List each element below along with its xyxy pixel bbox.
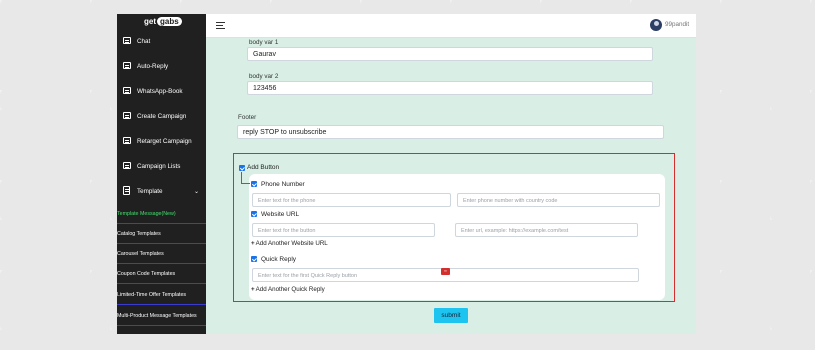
add-button-label: Add Button [247,164,280,171]
body-var-2-label: body var 2 [249,73,279,80]
sidebar-item-auto-reply[interactable]: Auto-Reply [117,59,206,75]
body-var-1-label: body var 1 [249,39,279,46]
phone-text-input[interactable]: Enter text for the phone [252,193,451,207]
sidebar-item-chat[interactable]: Chat [117,34,206,50]
chat-icon [123,37,131,44]
message-icon [123,112,131,119]
sidebar-item-whatsapp-book[interactable]: WhatsApp-Book [117,84,206,100]
phone-number-label: Phone Number [261,181,305,188]
sidebar-subitem-carousel-templates[interactable]: Carousel Templates [117,244,206,264]
sidebar-item-retarget-campaign[interactable]: Retarget Campaign [117,134,206,150]
sidebar-subitem-catalog-templates[interactable]: Catalog Templates [117,224,206,244]
sidebar-item-template[interactable]: Template ⌄ [117,184,206,200]
website-url-checkbox[interactable] [251,211,257,217]
quick-reply-label: Quick Reply [261,256,297,263]
avatar[interactable] [650,19,662,31]
quick-reply-checkbox[interactable] [251,256,257,262]
document-icon [123,186,130,195]
sidebar-item-create-campaign[interactable]: Create Campaign [117,109,206,125]
username: 99pandit [665,21,690,28]
body-var-2-input[interactable]: 123456 [247,81,653,95]
sidebar-subitem-limited-time-offer-templates[interactable]: Limited-Time Offer Templates [117,285,206,305]
chevron-down-icon: ⌄ [194,189,200,195]
top-header: 99pandit [206,14,696,38]
message-icon [123,62,131,69]
website-url-label: Website URL [261,211,300,218]
add-quick-reply-button[interactable]: +Add Another Quick Reply [251,286,325,293]
message-icon [123,87,131,94]
sidebar-subitem-template-message[interactable]: Template Message(New) [117,204,206,224]
message-icon [123,137,131,144]
body-var-1-input[interactable]: Gaurav [247,47,653,61]
plus-icon: + [251,240,255,247]
add-button-checkbox[interactable] [239,165,245,171]
menu-icon[interactable] [216,22,225,29]
footer-input[interactable]: reply STOP to unsubscribe [237,125,664,139]
website-url-input[interactable]: Enter url, example: https://example.com/… [455,223,638,237]
message-icon [123,162,131,169]
tree-connector [241,172,250,184]
logo: get gabs [144,17,182,26]
sidebar: get gabs Chat Auto-Reply WhatsApp-Book Cr… [117,14,206,334]
phone-number-input[interactable]: Enter phone number with country code [457,193,660,207]
phone-number-checkbox[interactable] [251,181,257,187]
sidebar-subitem-coupon-code-templates[interactable]: Coupon Code Templates [117,264,206,284]
submit-button[interactable]: submit [434,308,468,323]
footer-label: Footer [238,114,257,121]
sidebar-item-campaign-lists[interactable]: Campaign Lists [117,159,206,175]
grammar-badge-icon[interactable]: ▪▪ [441,268,450,275]
sidebar-subitem-multi-product-templates[interactable]: Multi-Product Message Templates [117,306,206,326]
plus-icon: + [251,286,255,293]
add-website-url-button[interactable]: +Add Another Website URL [251,240,328,247]
website-text-input[interactable]: Enter text for the button [252,223,435,237]
